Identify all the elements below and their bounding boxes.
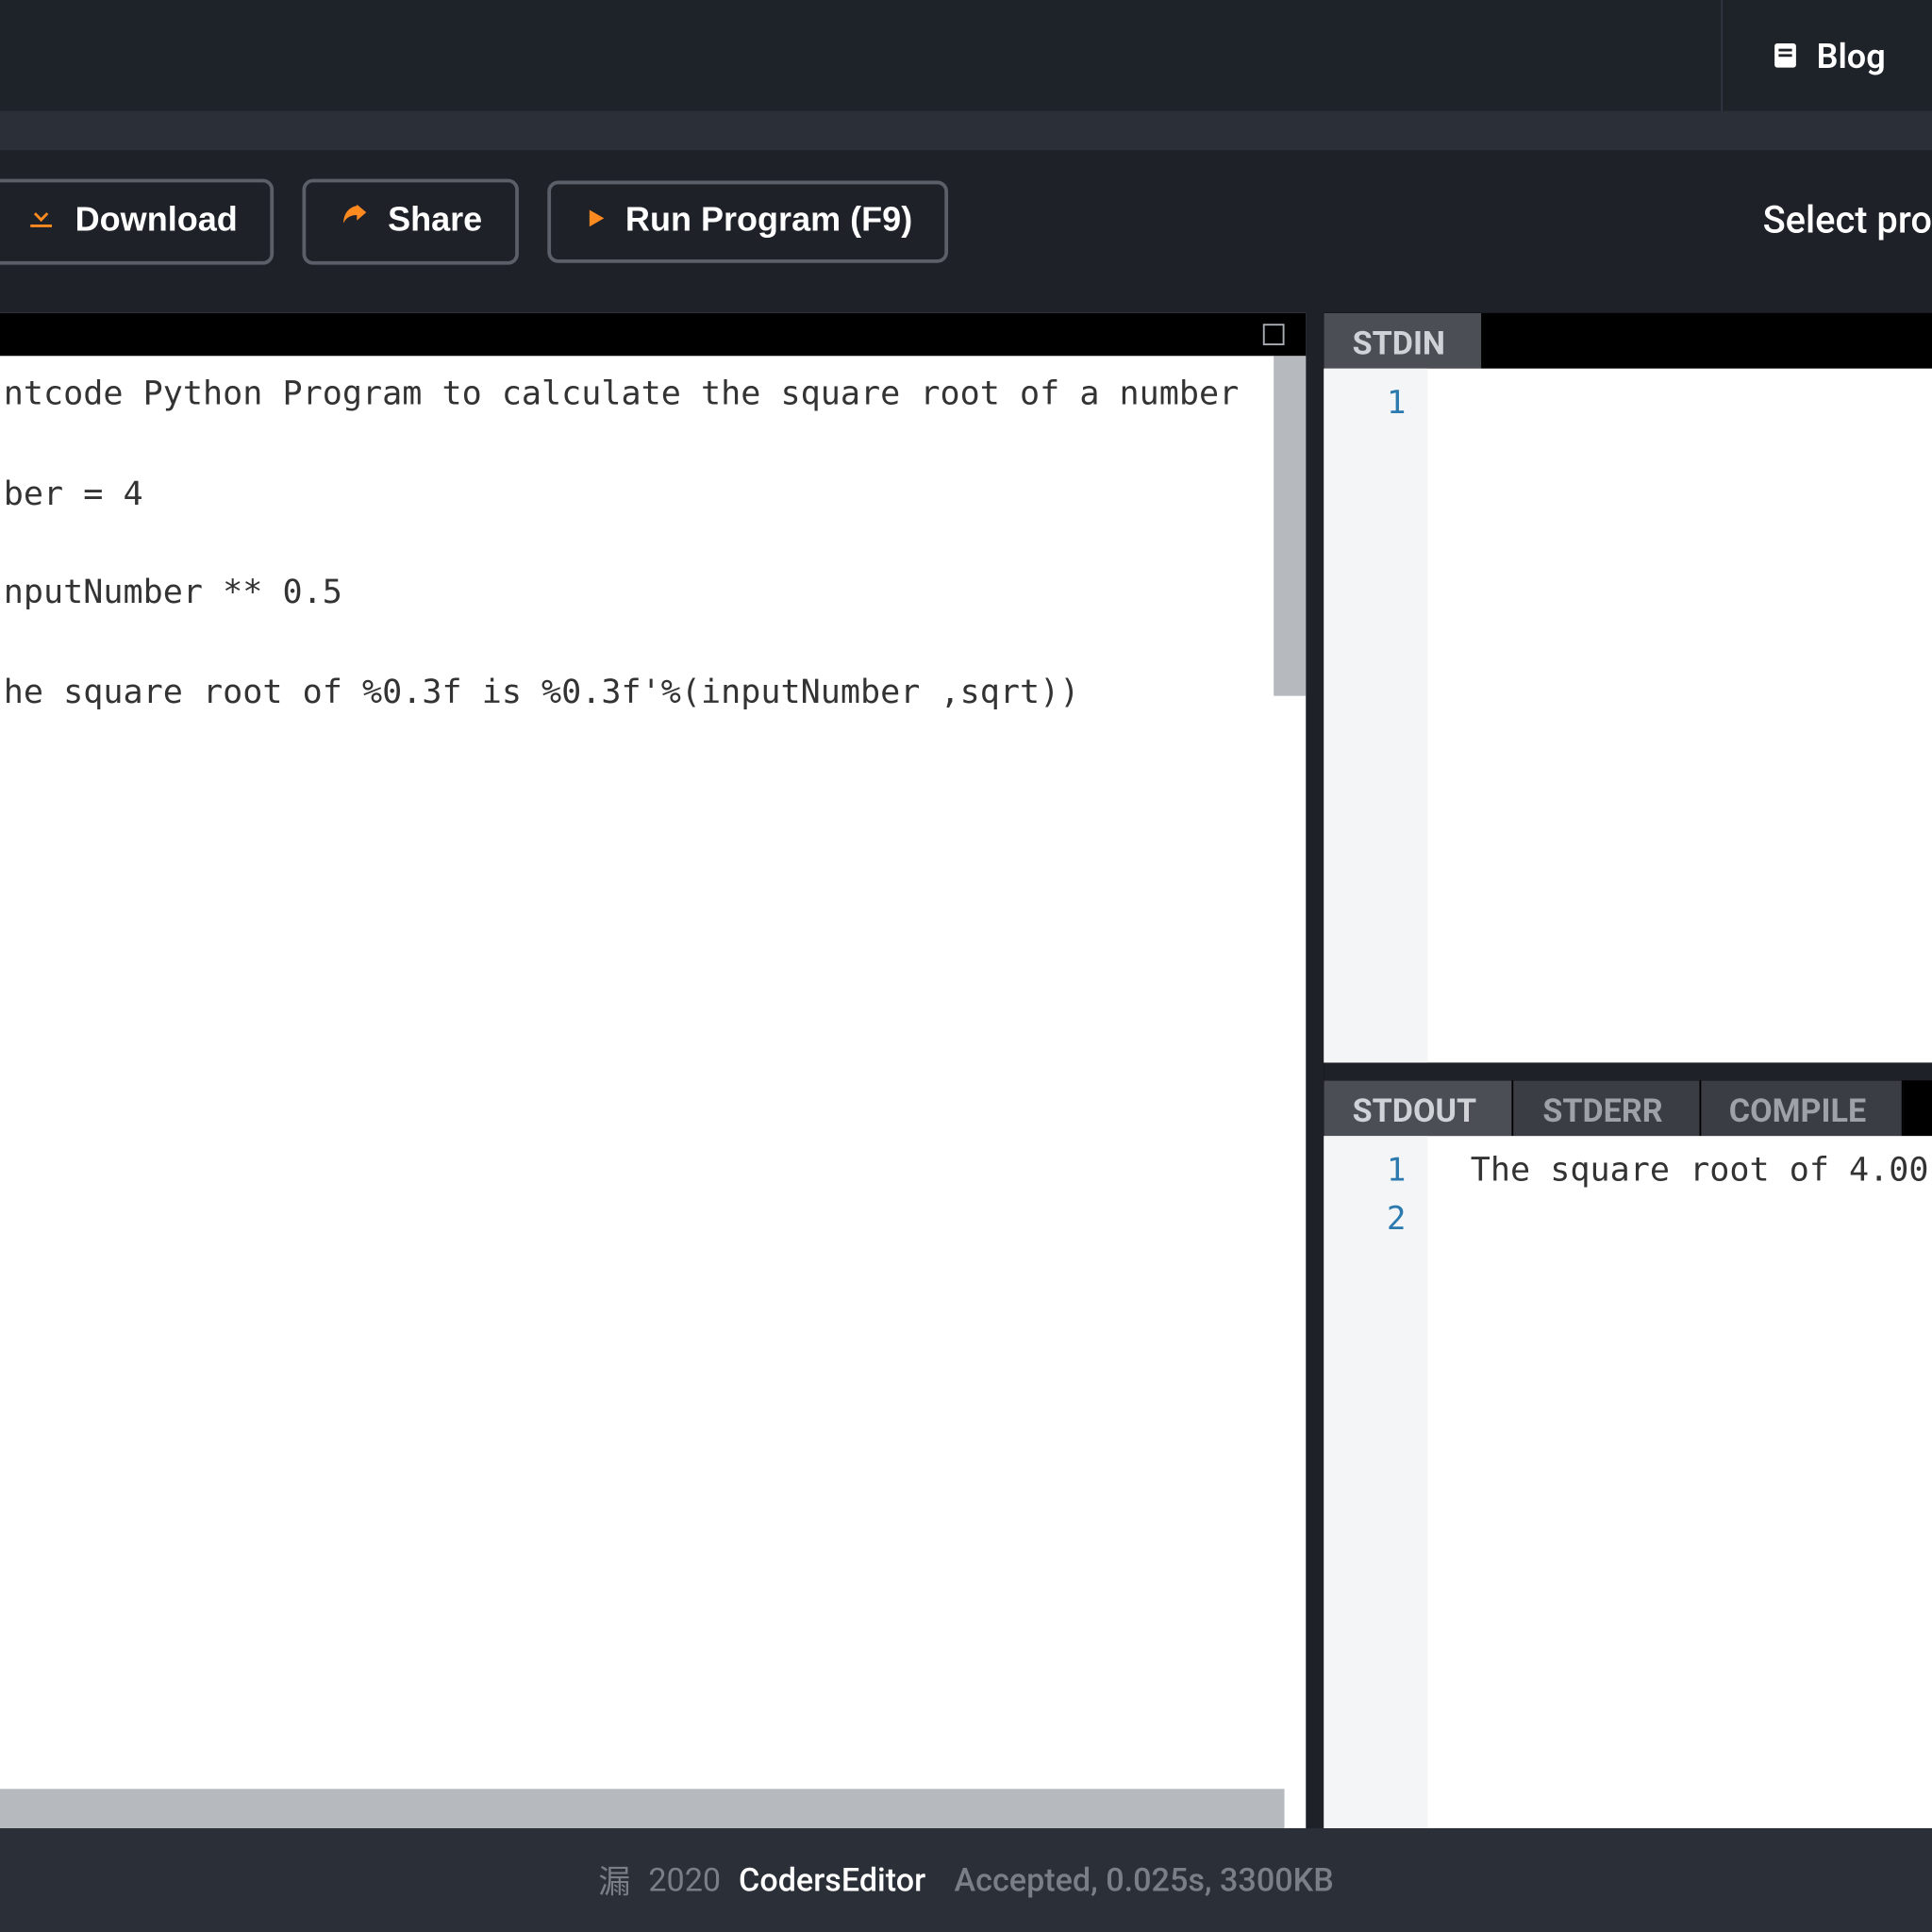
tab-stderr[interactable]: STDERR bbox=[1514, 1079, 1700, 1135]
code-editor-pane: ntcode Python Program to calculate the s… bbox=[0, 313, 1306, 1828]
stdout-text: The square root of 4.00 bbox=[1471, 1146, 1932, 1196]
tab-stdin[interactable]: STDIN bbox=[1324, 313, 1483, 369]
footer-bar: 漏 2020 CodersEditor Accepted, 0.025s, 33… bbox=[0, 1828, 1932, 1932]
workspace: ntcode Python Program to calculate the s… bbox=[0, 313, 1932, 1828]
footer-status: Accepted, 0.025s, 3300KB bbox=[955, 1861, 1334, 1899]
sub-bar bbox=[0, 111, 1932, 151]
toolbar: Download Share Run Program (F9) Select p… bbox=[0, 150, 1932, 293]
language-selector[interactable]: Select pro bbox=[1763, 200, 1932, 243]
download-button[interactable]: Download bbox=[0, 179, 274, 265]
pane-splitter-vertical[interactable] bbox=[1306, 313, 1324, 1828]
io-panel: STDIN 1 STDOUT STDERR COMPILE 12 The squ… bbox=[1324, 313, 1932, 1828]
run-program-button[interactable]: Run Program (F9) bbox=[546, 181, 948, 263]
code-editor[interactable]: ntcode Python Program to calculate the s… bbox=[0, 356, 1306, 1828]
pane-splitter-horizontal[interactable] bbox=[1324, 1061, 1932, 1079]
play-icon bbox=[582, 202, 608, 242]
download-label: Download bbox=[75, 202, 238, 242]
output-tabbar: STDOUT STDERR COMPILE bbox=[1324, 1079, 1932, 1135]
top-nav: Blog bbox=[0, 0, 1932, 111]
nav-blog-label: Blog bbox=[1817, 35, 1886, 76]
nav-blog-link[interactable]: Blog bbox=[1722, 0, 1932, 111]
footer-copyright-symbol: 漏 bbox=[598, 1857, 630, 1903]
run-label: Run Program (F9) bbox=[625, 202, 912, 242]
footer-brand: CodersEditor bbox=[739, 1861, 925, 1899]
blog-icon bbox=[1770, 40, 1802, 72]
tab-stdout[interactable]: STDOUT bbox=[1324, 1079, 1514, 1135]
share-label: Share bbox=[388, 202, 482, 242]
download-icon bbox=[25, 200, 58, 243]
stdout-gutter: 12 bbox=[1324, 1135, 1427, 1828]
editor-header bbox=[0, 313, 1306, 357]
stdin-tabbar: STDIN bbox=[1324, 313, 1932, 369]
stdin-editor[interactable]: 1 bbox=[1324, 369, 1932, 1062]
tab-compile[interactable]: COMPILE bbox=[1700, 1079, 1904, 1135]
share-button[interactable]: Share bbox=[302, 179, 518, 265]
maximize-icon[interactable] bbox=[1263, 324, 1285, 345]
stdout-viewer[interactable]: 12 The square root of 4.00 bbox=[1324, 1135, 1932, 1828]
footer-year: 2020 bbox=[648, 1861, 721, 1899]
stdin-gutter: 1 bbox=[1324, 369, 1427, 1062]
share-icon bbox=[338, 200, 370, 243]
editor-scrollbar-horizontal[interactable] bbox=[0, 1789, 1285, 1828]
